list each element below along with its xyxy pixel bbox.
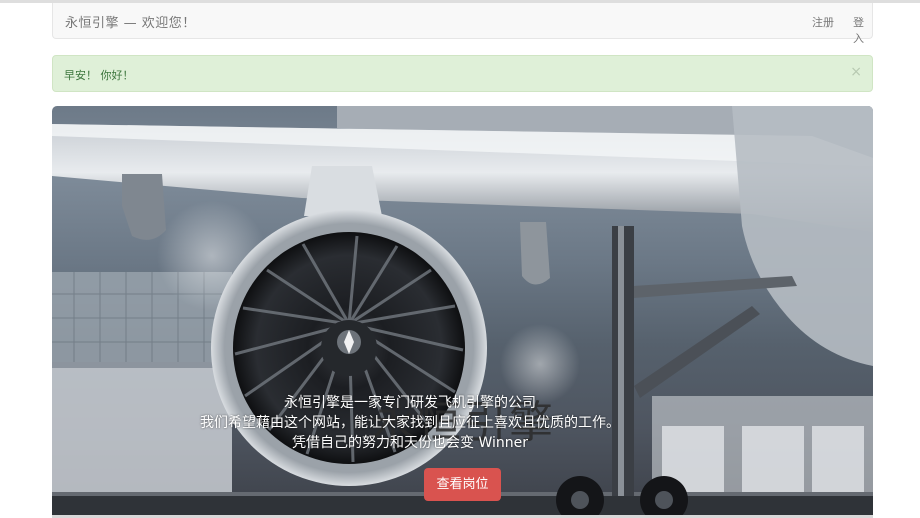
hero-banner: 永恒引擎 bbox=[52, 106, 873, 518]
login-link[interactable]: 登入 bbox=[853, 14, 872, 46]
view-jobs-button[interactable]: 查看岗位 bbox=[424, 468, 501, 501]
close-icon[interactable]: × bbox=[850, 64, 862, 80]
hero-description: 永恒引擎是一家专门研发飞机引擎的公司 我们希望藉由这个网站，能让大家找到且应征上… bbox=[170, 393, 650, 453]
jet-engine-illustration bbox=[52, 106, 873, 518]
alert-message: 早安！ 你好！ bbox=[64, 69, 134, 82]
register-link[interactable]: 注册 bbox=[812, 14, 834, 30]
hero-line-1: 永恒引擎是一家专门研发飞机引擎的公司 bbox=[284, 395, 536, 411]
navbar-brand[interactable]: 永恒引擎 — 欢迎您！ bbox=[65, 12, 196, 31]
hero-line-3: 凭借自己的努力和天份也会变 Winner bbox=[292, 435, 528, 451]
success-alert: 早安！ 你好！ × bbox=[52, 55, 873, 92]
hero-line-2: 我们希望藉由这个网站，能让大家找到且应征上喜欢且优质的工作。 bbox=[200, 415, 620, 431]
navbar: 永恒引擎 — 欢迎您！ 注册 登入 bbox=[52, 3, 873, 45]
